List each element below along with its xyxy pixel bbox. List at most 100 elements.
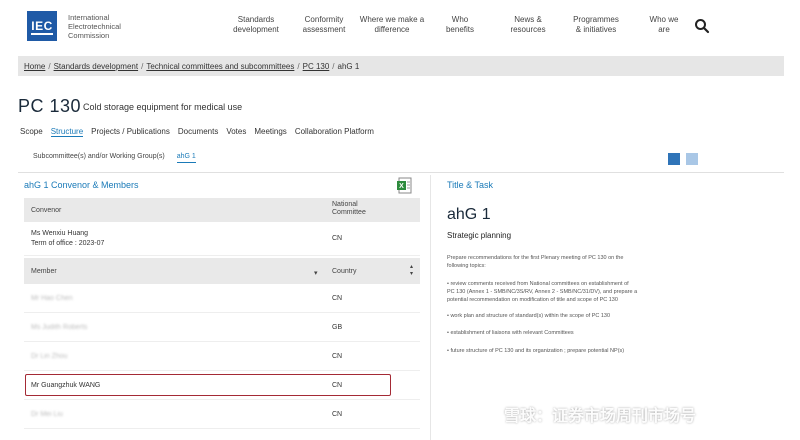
snowball-logo-icon	[474, 403, 496, 425]
tab-structure[interactable]: Structure	[50, 127, 84, 137]
breadcrumb-standards-development[interactable]: Standards development	[54, 62, 139, 71]
nav-label-line1: Standards	[237, 15, 275, 24]
tab-bar: Scope Structure Projects / Publications …	[20, 127, 382, 137]
member-country: CN	[332, 382, 343, 389]
nav-label-line1: News &	[514, 15, 542, 24]
member-name[interactable]: Mr Hao Chen	[31, 295, 73, 302]
task-bullet-2: • work plan and structure of standard(s)…	[447, 313, 611, 319]
ahg-subtitle: Strategic planning	[447, 231, 512, 240]
member-country: CN	[332, 295, 343, 302]
nav-label-line2: benefits	[445, 25, 475, 34]
member-name[interactable]: Dr Lin Zhou	[31, 353, 68, 360]
tab-collaboration-platform[interactable]: Collaboration Platform	[295, 127, 374, 137]
tab-scope[interactable]: Scope	[20, 127, 43, 137]
country-column-header: Country	[332, 268, 357, 275]
nav-news-resources[interactable]: News & resources	[494, 15, 562, 35]
nav-label-line2: are	[658, 25, 670, 34]
subtab-subcommittees[interactable]: Subcommittee(s) and/or Working Group(s)	[33, 153, 165, 163]
grid-view-button[interactable]	[686, 153, 698, 165]
main-nav: Standards development Conformity assessm…	[222, 15, 698, 35]
iec-logo[interactable]: IEC	[27, 11, 57, 41]
convenor-members-heading: ahG 1 Convenor & Members	[24, 180, 139, 190]
breadcrumb: Home / Standards development / Technical…	[18, 56, 784, 76]
breadcrumb-pc130[interactable]: PC 130	[303, 62, 330, 71]
breadcrumb-technical-committees[interactable]: Technical committees and subcommittees	[146, 62, 294, 71]
nav-standards-development[interactable]: Standards development	[222, 15, 290, 35]
nav-label-line1: Conformity	[304, 15, 344, 24]
watermark-text: 雪球：证券市场周刊市场号	[504, 408, 697, 425]
breadcrumb-home[interactable]: Home	[24, 62, 45, 71]
task-bullet-4: • future structure of PC 130 and its org…	[447, 348, 625, 354]
nav-label-line1: Who we	[649, 15, 679, 24]
breadcrumb-separator: /	[48, 61, 51, 71]
country-sort-icon[interactable]: ▴ ▾	[410, 264, 413, 278]
nav-conformity-assessment[interactable]: Conformity assessment	[290, 15, 358, 35]
member-name[interactable]: Mr Guangzhuk WANG	[31, 382, 100, 389]
convenor-row: Ms Wenxiu Huang Term of office : 2023-07…	[24, 222, 420, 256]
member-sort-icon[interactable]: ▾	[314, 269, 318, 277]
tab-projects-publications[interactable]: Projects / Publications	[91, 127, 170, 137]
national-committee-column-header: National Committee	[332, 201, 366, 217]
tab-meetings[interactable]: Meetings	[254, 127, 286, 137]
table-row: Ms Judith Roberts GB	[24, 313, 420, 342]
list-view-button[interactable]	[668, 153, 680, 165]
nav-programmes-initiatives[interactable]: Programmes & initiatives	[562, 15, 630, 35]
panel-divider	[430, 175, 431, 440]
convenor-table-header: Convenor National Committee	[24, 198, 420, 222]
excel-export-icon[interactable]: X	[396, 177, 413, 194]
member-country: CN	[332, 411, 343, 418]
task-text-line: potential recommendation on modification…	[447, 297, 618, 303]
task-text-line: following topics:	[447, 263, 486, 269]
member-name[interactable]: Ms Judith Roberts	[31, 324, 87, 331]
nav-who-we-are[interactable]: Who we are	[630, 15, 698, 35]
task-text-line: PC 130 (Annex 1 - SMB/NC/3S/RV, Annex 2 …	[447, 289, 638, 295]
subtab-bar: Subcommittee(s) and/or Working Group(s) …	[33, 153, 208, 163]
members-table-header: Member ▾ Country ▴ ▾	[24, 258, 420, 284]
breadcrumb-current: ahG 1	[337, 61, 360, 71]
ahg-title: ahG 1	[447, 206, 491, 223]
title-task-heading: Title & Task	[447, 180, 494, 190]
breadcrumb-separator: /	[297, 61, 300, 71]
member-column-header: Member	[31, 268, 57, 275]
table-row-highlighted: Mr Guangzhuk WANG CN	[24, 371, 420, 400]
nav-where-we-make-a-difference[interactable]: Where we make a difference	[358, 15, 426, 35]
section-divider	[18, 172, 784, 173]
convenor-term: Term of office : 2023-07	[31, 240, 105, 247]
nav-label-line2: development	[233, 25, 279, 34]
tab-documents[interactable]: Documents	[178, 127, 218, 137]
org-name-line2: Electrotechnical	[68, 22, 121, 31]
task-bullet-3: • establishment of liaisons with relevan…	[447, 330, 574, 336]
members-table: Convenor National Committee Ms Wenxiu Hu…	[24, 198, 420, 429]
tab-votes[interactable]: Votes	[226, 127, 246, 137]
table-row: Mr Hao Chen CN	[24, 284, 420, 313]
breadcrumb-separator: /	[332, 61, 335, 71]
search-icon[interactable]	[694, 18, 710, 34]
nav-label-line2: & initiatives	[575, 25, 617, 34]
table-row: Dr Mei Liu CN	[24, 400, 420, 429]
nav-label-line1: Where we make a	[359, 15, 425, 24]
nav-label-line2: assessment	[302, 25, 346, 34]
watermark: 雪球：证券市场周刊市场号	[474, 402, 696, 426]
member-name[interactable]: Dr Mei Liu	[31, 411, 63, 418]
org-name-line3: Commission	[68, 31, 110, 40]
nav-who-benefits[interactable]: Who benefits	[426, 15, 494, 35]
convenor-name[interactable]: Ms Wenxiu Huang	[31, 230, 88, 237]
task-text-line: • review comments received from National…	[447, 281, 629, 287]
subtab-ahg1[interactable]: ahG 1	[176, 153, 196, 163]
nav-label-line1: Programmes	[573, 15, 619, 24]
convenor-country: CN	[332, 235, 343, 242]
nav-label-line2: difference	[374, 25, 410, 34]
task-paragraph: Prepare recommendations for the first Pl…	[447, 254, 727, 270]
page-title: Cold storage equipment for medical use	[83, 102, 243, 112]
page-code: PC 130	[18, 96, 82, 116]
convenor-column-header: Convenor	[31, 207, 62, 214]
org-name-line1: International	[68, 13, 110, 22]
svg-text:X: X	[399, 183, 404, 190]
breadcrumb-separator: /	[141, 61, 144, 71]
site-header: IEC International Electrotechnical Commi…	[0, 0, 800, 52]
national-committee-line1: National	[332, 201, 358, 208]
nav-label-line1: Who	[451, 15, 469, 24]
logo-underline	[31, 33, 53, 35]
member-country: GB	[332, 324, 343, 331]
task-bullet-1: • review comments received from National…	[447, 280, 727, 304]
